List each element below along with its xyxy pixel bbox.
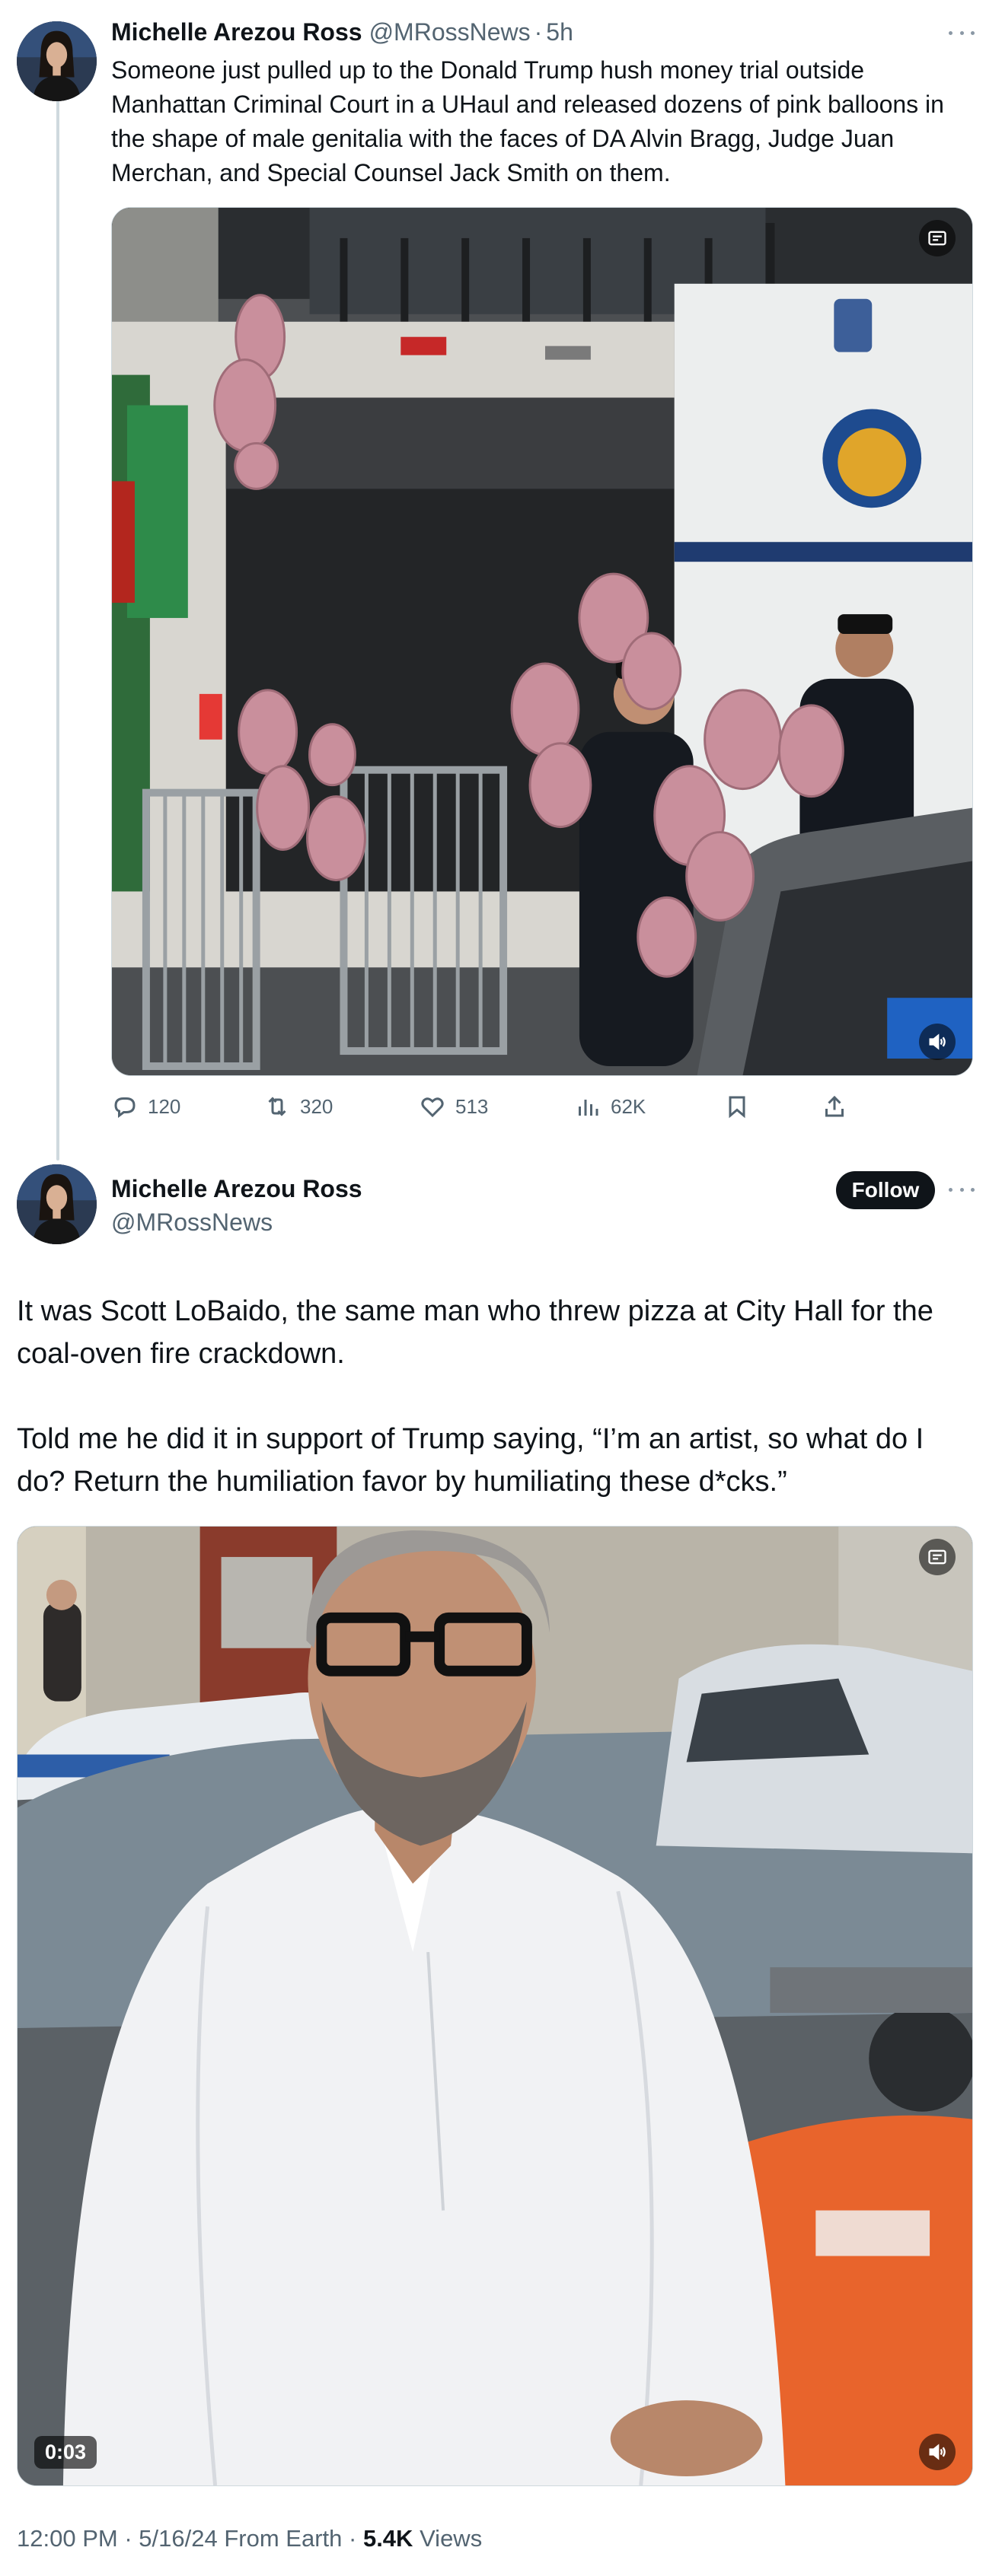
- tweet-video[interactable]: [111, 207, 973, 1076]
- post-date[interactable]: 5/16/24: [139, 2525, 217, 2552]
- more-options-icon[interactable]: [944, 1178, 979, 1201]
- video-frame-man-interview: [18, 1527, 972, 2485]
- avatar-image: [17, 21, 97, 101]
- author-name[interactable]: Michelle Arezou Ross: [111, 18, 362, 46]
- views-label: Views: [420, 2525, 483, 2552]
- video-duration: 0:03: [34, 2436, 97, 2469]
- tweet-action-bar: 120 320 513 62K: [111, 1084, 972, 1129]
- avatar-image: [17, 1164, 97, 1244]
- avatar[interactable]: [17, 1164, 97, 1244]
- repost-count: 320: [300, 1094, 333, 1118]
- reply-count: 120: [148, 1094, 181, 1118]
- separator-dot: ·: [124, 2525, 132, 2552]
- alt-text-icon[interactable]: [919, 220, 956, 256]
- more-options-icon[interactable]: [944, 21, 979, 44]
- tweet-video[interactable]: 0:03: [17, 1526, 973, 2486]
- tweet-meta: 12:00 PM · 5/16/24 From Earth · 5.4K Vie…: [17, 2525, 482, 2552]
- author-handle[interactable]: @MRossNews: [111, 1205, 273, 1239]
- separator-dot: ·: [534, 18, 543, 46]
- bookmark-icon: [729, 1096, 745, 1119]
- alt-text-icon[interactable]: [919, 1539, 956, 1575]
- heart-icon: [421, 1097, 444, 1118]
- reply-icon: [114, 1097, 136, 1118]
- tweet-paragraph: Told me he did it in support of Trump sa…: [17, 1423, 924, 1498]
- views-count: 5.4K: [362, 2525, 413, 2552]
- like-count: 513: [455, 1094, 489, 1118]
- share-icon: [825, 1095, 844, 1117]
- tweet-header: Michelle Arezou Ross @MRossNews · 5h: [111, 15, 573, 49]
- follow-button[interactable]: Follow: [836, 1171, 935, 1209]
- analytics-icon: [579, 1100, 598, 1116]
- author-handle[interactable]: @MRossNews: [369, 18, 531, 46]
- tweet-text: It was Scott LoBaido, the same man who t…: [17, 1290, 968, 1503]
- post-source: From Earth: [224, 2525, 343, 2552]
- avatar[interactable]: [17, 21, 97, 101]
- separator-dot: ·: [349, 2525, 357, 2552]
- author-name[interactable]: Michelle Arezou Ross: [111, 1172, 362, 1205]
- tweet-text: Someone just pulled up to the Donald Tru…: [111, 56, 944, 186]
- post-time[interactable]: 12:00 PM: [17, 2525, 118, 2552]
- tweet-timestamp[interactable]: 5h: [546, 18, 573, 46]
- repost-button[interactable]: 320: [263, 1084, 333, 1129]
- repost-icon: [268, 1097, 286, 1116]
- views-button[interactable]: 62K: [574, 1084, 646, 1129]
- volume-icon[interactable]: [919, 2434, 956, 2470]
- view-count: 62K: [611, 1094, 646, 1118]
- like-button[interactable]: 513: [419, 1084, 488, 1129]
- bookmark-button[interactable]: [723, 1084, 760, 1129]
- tweet-paragraph: It was Scott LoBaido, the same man who t…: [17, 1295, 933, 1370]
- video-frame-truck-balloons: [112, 208, 972, 1075]
- thread-connector-line: [56, 99, 59, 1161]
- share-button[interactable]: [821, 1084, 857, 1129]
- volume-icon[interactable]: [919, 1024, 956, 1060]
- reply-button[interactable]: 120: [111, 1084, 180, 1129]
